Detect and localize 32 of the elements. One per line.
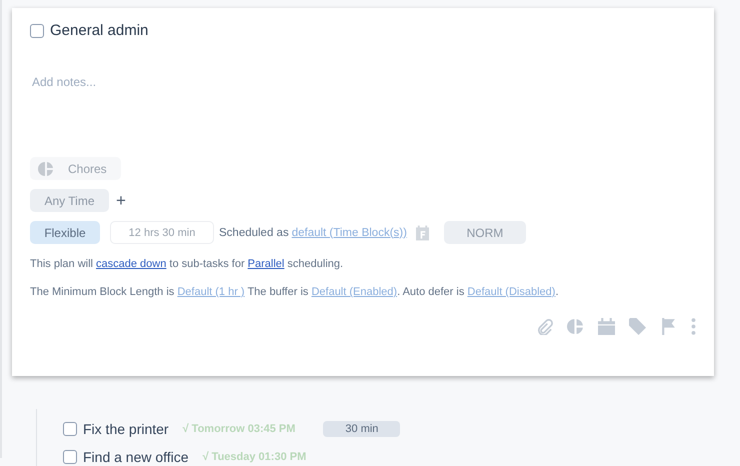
checkbox[interactable] <box>30 24 44 38</box>
link[interactable]: Parallel <box>248 258 284 270</box>
scheduled-label: Scheduled as <box>219 226 289 238</box>
paperclip-icon[interactable] <box>536 318 553 335</box>
calendar-icon[interactable] <box>416 224 429 240</box>
pie-chart-icon <box>38 160 54 176</box>
pie-chart-icon[interactable] <box>567 318 584 335</box>
checkbox[interactable] <box>63 422 77 436</box>
priority-button[interactable]: NORM <box>444 221 526 244</box>
more-icon[interactable] <box>691 318 696 335</box>
task-title: General admin <box>50 22 148 39</box>
link[interactable]: Default (1 hr ) <box>177 286 245 298</box>
flag-icon[interactable] <box>660 318 677 335</box>
subtask-title: Fix the printer <box>83 421 169 437</box>
info-sentence: This plan will cascade down to sub-tasks for Parallel scheduling. <box>30 258 344 270</box>
checkbox[interactable] <box>63 450 77 464</box>
duration-field[interactable]: 12 hrs 30 min <box>110 221 214 244</box>
category-button[interactable]: Chores <box>30 157 121 180</box>
mode-button[interactable]: Flexible <box>30 221 100 244</box>
tag-icon[interactable] <box>629 318 646 335</box>
time-button[interactable]: Any Time <box>30 189 109 212</box>
subtask-title: Find a new office <box>83 449 189 465</box>
duration-badge: 30 min <box>323 421 400 437</box>
due-date: √ Tomorrow 03:45 PM <box>182 423 296 435</box>
due-date: √ Tuesday 01:30 PM <box>202 451 306 463</box>
info-sentence: The Minimum Block Length is Default (1 hr ) The buffer is Default (Enabled). Auto defer is Default (Disabled). <box>30 286 560 298</box>
link[interactable]: Default (Disabled) <box>467 286 556 298</box>
link[interactable]: cascade down <box>96 258 166 270</box>
calendar-icon[interactable] <box>598 318 615 335</box>
scheduled-link[interactable]: default (Time Block(s)) <box>292 226 407 238</box>
add-button[interactable]: + <box>113 190 129 210</box>
link[interactable]: Default (Enabled) <box>311 286 398 298</box>
